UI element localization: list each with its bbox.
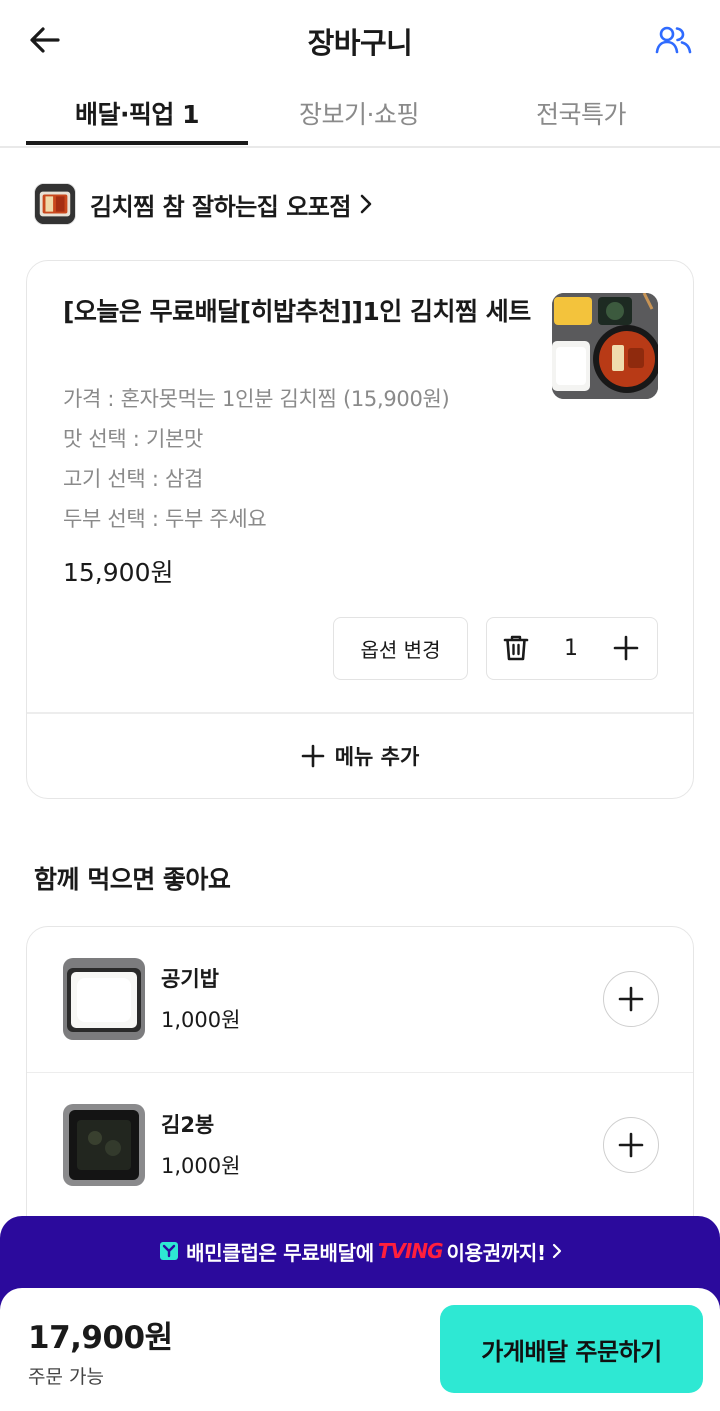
chevron-right-icon — [552, 1243, 562, 1259]
rec-item-name: 공기밥 — [161, 967, 219, 991]
menu-item-image — [552, 293, 658, 399]
add-item-button[interactable] — [603, 971, 659, 1027]
trash-icon — [503, 635, 529, 661]
recommendation-list: 공기밥 1,000원 김2봉 1,000원 — [26, 926, 694, 1246]
tving-logo: TVING — [377, 1239, 444, 1263]
list-item: 김2봉 1,000원 — [27, 1072, 693, 1217]
menu-item-price: 15,900원 — [63, 558, 174, 587]
group-order-button[interactable] — [652, 20, 696, 60]
order-status: 주문 가능 — [28, 1366, 104, 1388]
delete-button[interactable] — [499, 631, 533, 665]
tab-grocery-shopping[interactable]: 장보기·쇼핑 — [248, 80, 470, 146]
active-tab-indicator — [26, 141, 248, 145]
rec-item-price: 1,000원 — [161, 1008, 241, 1032]
quantity-value: 1 — [564, 635, 578, 661]
tab-national-deals[interactable]: 전국특가 — [470, 80, 692, 146]
option-line: 가격 : 혼자못먹는 1인분 김치찜 (15,900원) — [63, 387, 450, 411]
quantity-stepper: 1 — [486, 617, 658, 680]
order-bar: 17,900원 주문 가능 가게배달 주문하기 — [0, 1288, 720, 1411]
total-price: 17,900원 — [28, 1320, 173, 1356]
quantity-increase-button[interactable] — [609, 631, 643, 665]
page-title: 장바구니 — [307, 26, 413, 60]
plus-icon — [613, 635, 639, 661]
store-link[interactable]: 김치찜 참 잘하는집 오포점 — [34, 180, 373, 228]
promo-text: 배민클럽은 무료배달에 — [186, 1240, 374, 1265]
order-button[interactable]: 가게배달 주문하기 — [440, 1305, 703, 1393]
promo-text: 이용권까지! — [446, 1240, 547, 1265]
menu-item-name: [오늘은 무료배달[히밥추천]]1인 김치찜 세트 — [63, 297, 531, 326]
add-item-button[interactable] — [603, 1117, 659, 1173]
add-menu-button[interactable]: 메뉴 추가 — [27, 714, 693, 798]
recommendation-title: 함께 먹으면 좋아요 — [34, 865, 231, 894]
people-icon — [655, 26, 692, 54]
option-line: 고기 선택 : 삼겹 — [63, 467, 204, 491]
rec-item-price: 1,000원 — [161, 1154, 241, 1178]
seaweed-image — [63, 1104, 145, 1186]
cart-item-card: [오늘은 무료배달[히밥추천]]1인 김치찜 세트 가격 : 혼자못먹는 1인분… — [26, 260, 694, 799]
option-line: 맛 선택 : 기본맛 — [63, 427, 204, 451]
header: 장바구니 — [0, 0, 720, 80]
list-item: 공기밥 1,000원 — [27, 927, 693, 1072]
add-menu-label: 메뉴 추가 — [334, 745, 420, 769]
rec-item-name: 김2봉 — [161, 1113, 215, 1137]
tab-bar: 배달·픽업 1 장보기·쇼핑 전국특가 — [0, 80, 720, 148]
tab-delivery-pickup[interactable]: 배달·픽업 1 — [26, 80, 248, 146]
baemin-club-icon — [158, 1240, 180, 1262]
option-change-button[interactable]: 옵션 변경 — [333, 617, 468, 680]
store-name: 김치찜 참 잘하는집 오포점 — [90, 192, 351, 221]
plus-icon — [618, 986, 644, 1012]
rice-image — [63, 958, 145, 1040]
chevron-right-icon — [359, 193, 373, 215]
plus-icon — [301, 744, 325, 768]
option-line: 두부 선택 : 두부 주세요 — [63, 507, 267, 531]
store-thumbnail — [34, 183, 76, 225]
plus-icon — [618, 1132, 644, 1158]
